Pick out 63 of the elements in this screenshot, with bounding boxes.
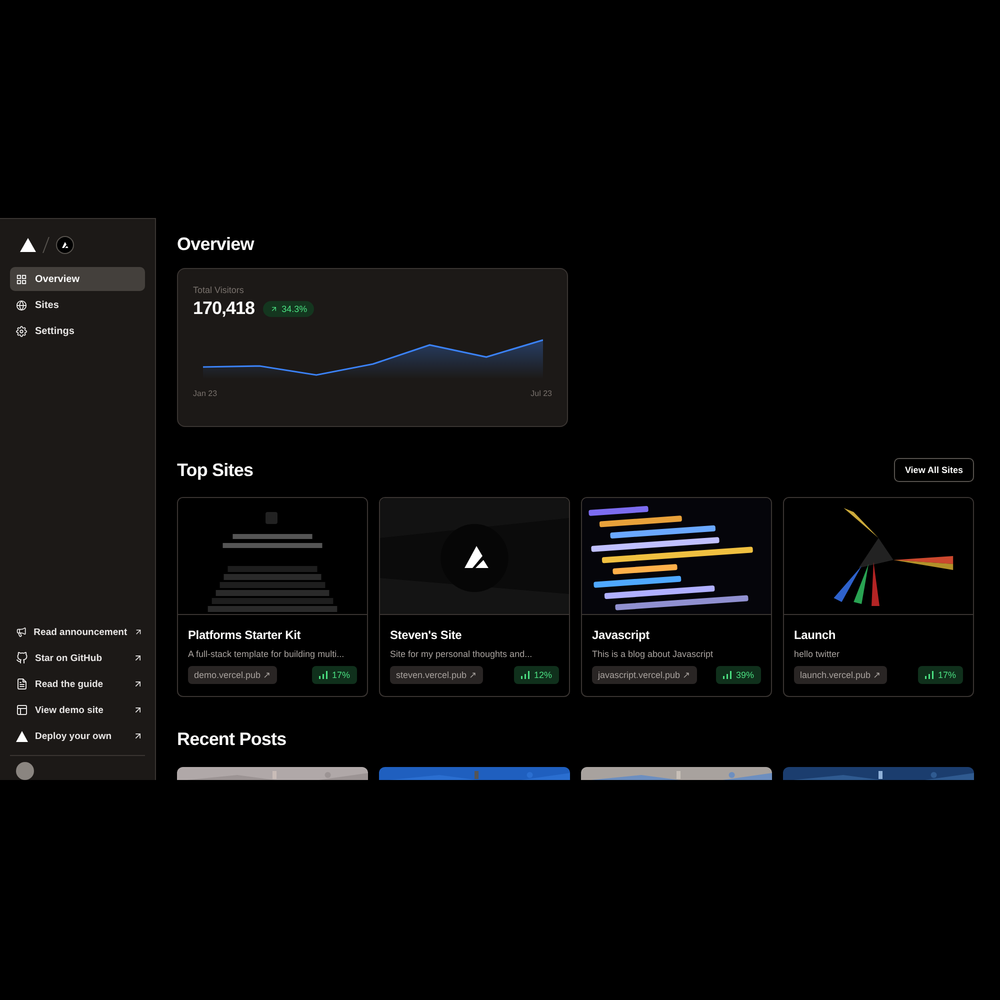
layout-icon <box>16 704 28 716</box>
external-link-icon <box>133 705 143 715</box>
axis-label: Jul 23 <box>530 389 552 398</box>
github-icon <box>16 652 28 664</box>
visitor-count: 170,418 <box>193 298 255 319</box>
sidebar-link[interactable]: Read the guide <box>10 671 145 697</box>
triangle-icon <box>16 730 28 742</box>
arrow-up-right-icon <box>270 304 278 312</box>
site-name: Javascript <box>592 628 650 642</box>
sidebar-link[interactable]: Read announcement <box>10 619 145 645</box>
stat-badge: 17% <box>918 666 963 684</box>
external-link-icon <box>133 731 143 741</box>
change-badge: 34.3% <box>262 300 314 316</box>
site-description: Site for my personal thoughts and... <box>390 649 534 659</box>
view-all-sites-button[interactable]: View All Sites <box>894 458 974 482</box>
logo-icon[interactable] <box>56 236 74 254</box>
sidebar-link[interactable]: View demo site <box>10 697 145 723</box>
section-title: Top Sites <box>177 459 254 482</box>
avatar[interactable] <box>16 762 34 780</box>
grid-icon <box>16 274 27 284</box>
nav-item[interactable]: Overview <box>10 267 145 291</box>
site-url-link[interactable]: launch.vercel.pub ↗ <box>794 666 888 684</box>
settings-icon <box>16 326 27 336</box>
site-card[interactable]: Launch hello twitter launch.vercel.pub ↗ 17% <box>783 497 974 697</box>
slash-icon <box>42 237 50 253</box>
link-label: Read announcement <box>34 626 128 638</box>
site-url-link[interactable]: demo.vercel.pub ↗ <box>188 666 278 684</box>
site-description: A full-stack template for building multi... <box>188 649 346 659</box>
stat-badge: 39% <box>716 666 761 684</box>
site-card[interactable]: Javascript This is a blog about Javascript javascript.vercel.pub ↗ 39% <box>581 497 772 697</box>
site-card[interactable]: Steven's Site Site for my personal thoughts and... steven.vercel.pub ↗ 12% <box>379 497 570 697</box>
site-name: Launch <box>794 628 836 642</box>
site-name: Platforms Starter Kit <box>188 628 302 642</box>
site-card[interactable]: Platforms Starter Kit A full-stack template for building multi... demo.vercel.pub ↗ 17% <box>177 497 368 697</box>
external-link-icon <box>133 653 143 663</box>
nav-item[interactable]: Settings <box>10 319 145 343</box>
external-link-icon <box>134 627 143 637</box>
bar-chart-icon <box>520 671 530 679</box>
bar-chart-icon <box>924 671 934 679</box>
stat-badge: 12% <box>514 666 559 684</box>
stat-badge: 17% <box>312 666 357 684</box>
axis-label: Jan 23 <box>193 389 218 398</box>
triangle-logo-icon[interactable] <box>20 238 36 252</box>
link-label: Star on GitHub <box>35 652 104 664</box>
external-link-icon <box>133 679 143 689</box>
sidebar-link[interactable]: Deploy your own <box>10 723 145 749</box>
site-description: This is a blog about Javascript <box>592 649 714 659</box>
link-label: Deploy your own <box>35 730 113 742</box>
sidebar-link[interactable]: Star on GitHub <box>10 645 145 671</box>
globe-icon <box>16 300 27 310</box>
bar-chart-icon <box>318 671 328 679</box>
section-title: Recent Posts <box>177 728 286 751</box>
link-label: View demo site <box>35 704 104 716</box>
bar-chart-icon <box>722 671 732 679</box>
page-title: Overview <box>177 233 256 256</box>
nav-item[interactable]: Sites <box>10 293 145 317</box>
link-label: Read the guide <box>35 678 104 690</box>
site-description: hello twitter <box>794 649 841 659</box>
site-url-link[interactable]: javascript.vercel.pub ↗ <box>592 666 697 684</box>
site-url-link[interactable]: steven.vercel.pub ↗ <box>390 666 484 684</box>
card-label: Total Visitors <box>193 285 245 295</box>
megaphone-icon <box>16 626 27 638</box>
site-name: Steven's Site <box>390 628 463 642</box>
